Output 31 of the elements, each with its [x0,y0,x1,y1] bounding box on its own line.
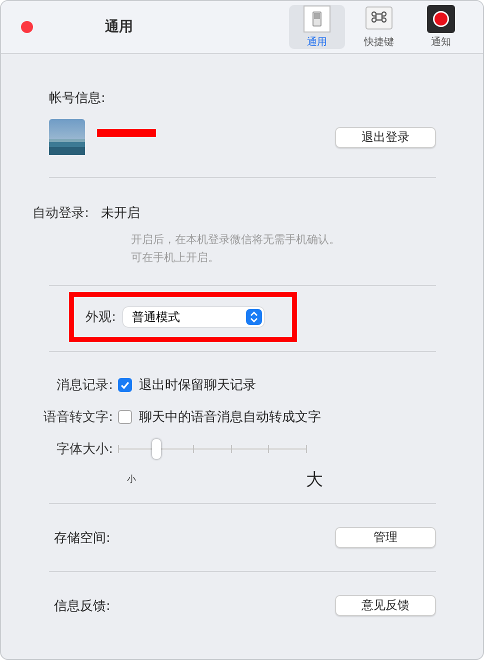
status-text: 未开启 [101,205,140,222]
field-label: 外观: [84,309,116,326]
switch-icon [303,5,331,33]
record-icon [427,5,455,33]
logout-button[interactable]: 退出登录 [335,126,436,148]
checkbox-label: 聊天中的语音消息自动转成文字 [139,409,321,426]
checkbox[interactable] [118,410,132,424]
section-label: 帐号信息: [49,90,106,107]
appearance-dropdown[interactable]: 普通模式 [123,307,264,327]
max-label: 大 [306,469,323,491]
field-label: 字体大小: [56,441,113,458]
slider-thumb[interactable] [152,439,161,459]
toolbar-tab[interactable]: 通知 [413,5,469,49]
hint-text: 可在手机上开启。 [131,250,220,265]
field-label: 语音转文字: [42,409,113,426]
field-label: 自动登录: [32,205,89,222]
window-title: 通用 [105,18,133,36]
field-label: 存储空间: [54,530,110,546]
toolbar-tab[interactable]: 快捷键 [351,5,407,49]
close-button[interactable] [21,21,33,33]
min-label: 小 [127,474,136,486]
field-label: 消息记录: [56,377,113,394]
stepper-icon [246,309,262,325]
checkbox[interactable] [118,378,132,392]
field-label: 信息反馈: [54,598,110,614]
manage-button[interactable]: 管理 [335,527,436,548]
feedback-button[interactable]: 意见反馈 [335,595,436,616]
toolbar-tab[interactable]: 通用 [289,5,345,49]
font-size-slider[interactable] [118,441,306,457]
hint-text: 开启后，在本机登录微信将无需手机确认。 [131,232,341,247]
checkbox-label: 退出时保留聊天记录 [139,377,256,394]
